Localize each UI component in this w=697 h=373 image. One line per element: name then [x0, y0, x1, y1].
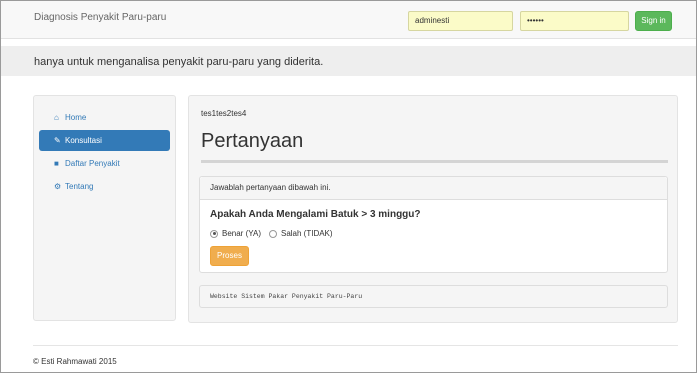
home-icon: ⌂ — [54, 113, 59, 122]
option-label: Salah (TIDAK) — [280, 229, 333, 238]
proses-button[interactable]: Proses — [210, 246, 249, 266]
brand-title[interactable]: Diagnosis Penyakit Paru-paru — [34, 12, 166, 23]
sidebar-item-tentang[interactable]: ⚙ Tentang — [39, 176, 170, 197]
question-panel: Jawablah pertanyaan dibawah ini. Apakah … — [199, 176, 668, 273]
sidebar-item-label: Konsultasi — [65, 136, 102, 145]
title-divider — [201, 160, 668, 163]
main-content: tes1tes2tes4 Pertanyaan Jawablah pertany… — [188, 95, 678, 323]
radio-salah[interactable] — [268, 229, 277, 238]
sidebar-item-home[interactable]: ⌂ Home — [39, 107, 170, 128]
panel-heading: Jawablah pertanyaan dibawah ini. — [200, 177, 667, 200]
book-icon: ■ — [54, 159, 59, 168]
sidebar-item-daftar-penyakit[interactable]: ■ Daftar Penyakit — [39, 153, 170, 174]
sidebar-item-label: Daftar Penyakit — [65, 159, 120, 168]
sidebar-item-konsultasi[interactable]: ✎ Konsultasi — [39, 130, 170, 151]
sidebar-item-label: Home — [65, 113, 87, 122]
option-salah[interactable]: Salah (TIDAK) — [268, 229, 333, 238]
session-label: tes1tes2tes4 — [201, 109, 247, 118]
option-label: Benar (YA) — [222, 229, 261, 238]
page-title: Pertanyaan — [201, 130, 304, 152]
cogs-icon: ⚙ — [54, 182, 62, 191]
sidebar-item-label: Tentang — [65, 182, 94, 191]
username-input[interactable]: adminesti — [408, 11, 513, 31]
footer-divider — [33, 345, 678, 346]
sidebar-nav: ⌂ Home ✎ Konsultasi ■ Daftar Penyakit ⚙ Tent… — [33, 95, 176, 321]
question-text: Apakah Anda Mengalami Batuk > 3 minggu? — [210, 209, 421, 220]
answer-options: Benar (YA) Salah (TIDAK) — [210, 229, 341, 238]
top-navbar: Diagnosis Penyakit Paru-paru adminesti •… — [1, 1, 696, 39]
password-input[interactable]: •••••• — [520, 11, 629, 31]
signin-button[interactable]: Sign in — [635, 11, 672, 31]
pencil-icon: ✎ — [54, 136, 61, 145]
radio-benar[interactable] — [210, 229, 218, 238]
copyright-text: © Esti Rahmawati 2015 — [33, 357, 117, 366]
option-benar[interactable]: Benar (YA) — [210, 229, 261, 238]
jumbotron: hanya untuk menganalisa penyakit paru-pa… — [1, 46, 696, 76]
footer-note: Website Sistem Pakar Penyakit Paru-Paru — [199, 285, 668, 308]
site-tagline: hanya untuk menganalisa penyakit paru-pa… — [34, 56, 324, 68]
